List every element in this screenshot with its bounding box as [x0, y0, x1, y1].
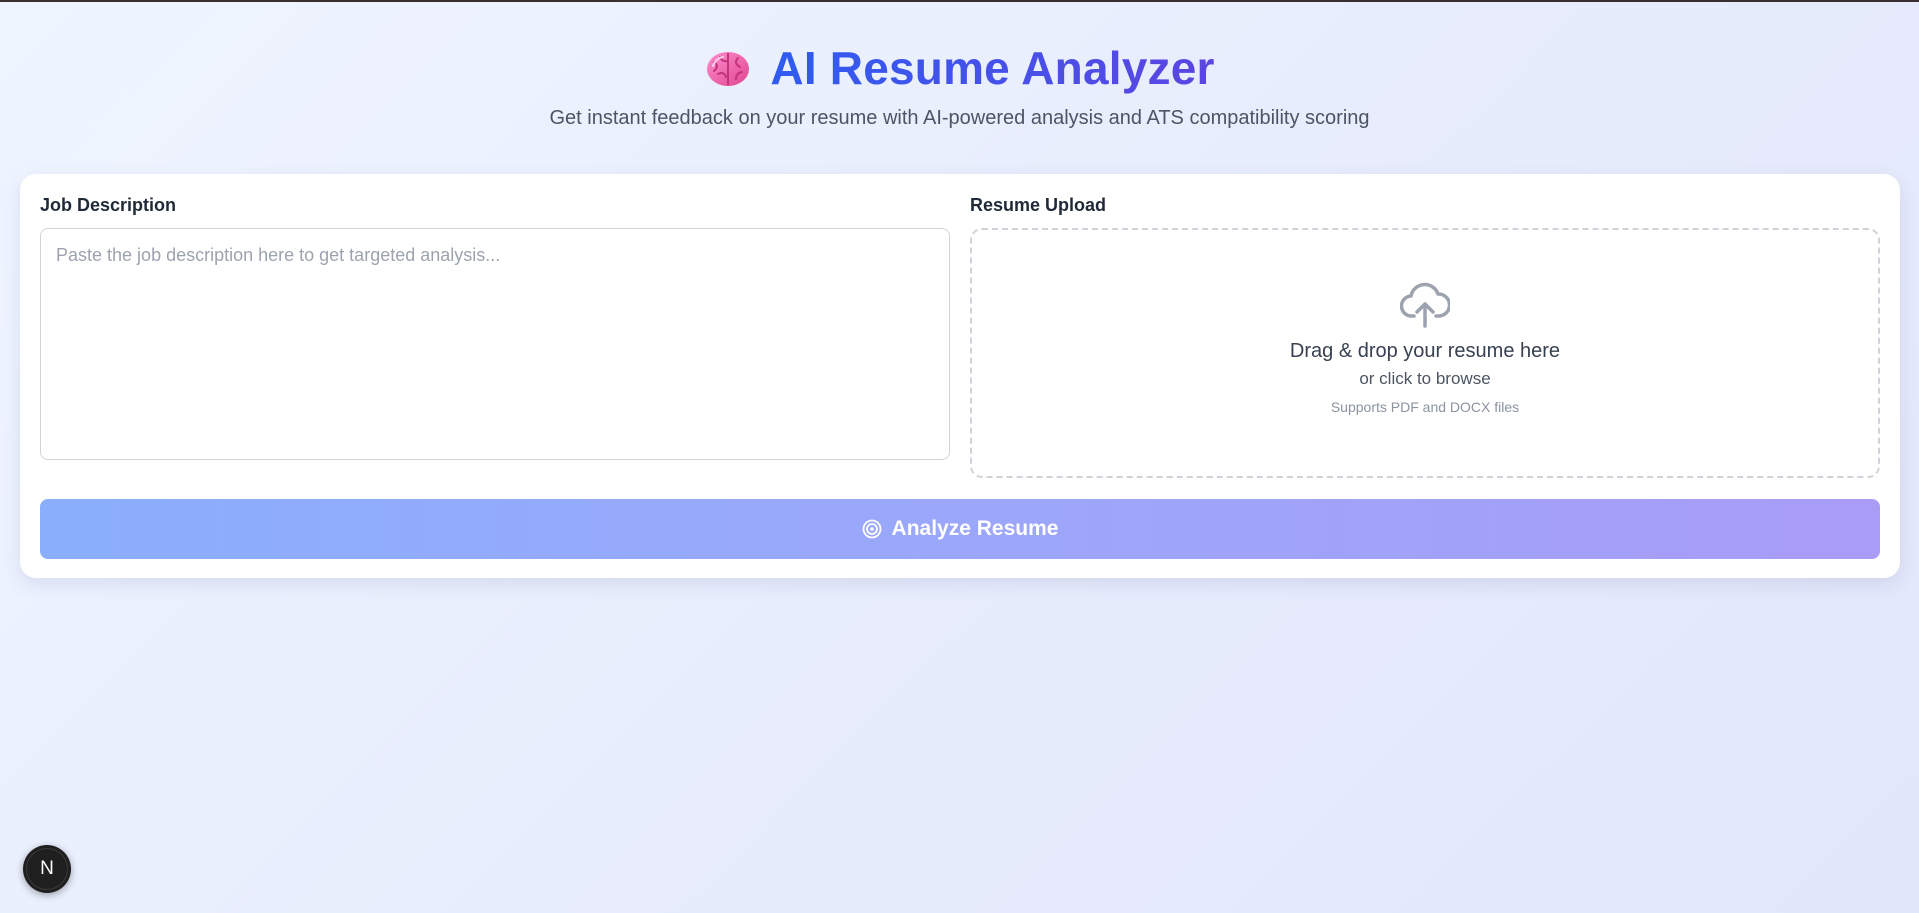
dropzone-subtitle: or click to browse: [1359, 369, 1491, 388]
resume-upload-label: Resume Upload: [970, 195, 1107, 215]
nextjs-dev-badge[interactable]: N: [23, 845, 71, 893]
page-title: AI Resume Analyzer: [770, 42, 1215, 94]
resume-upload-section: Resume Upload Drag & drop your resume he…: [970, 194, 1880, 478]
nextjs-icon: N: [40, 858, 54, 879]
cloud-upload-icon: [1400, 282, 1450, 328]
title-row: AI Resume Analyzer: [0, 42, 1919, 94]
analyze-button-label: Analyze Resume: [891, 517, 1059, 540]
brain-icon: [707, 52, 750, 86]
page-header: AI Resume Analyzer Get instant feedback …: [0, 2, 1919, 130]
analyzer-card: Job Description Resume Upload Drag & dro…: [20, 174, 1900, 578]
job-description-textarea[interactable]: [40, 228, 950, 460]
analyze-resume-button[interactable]: Analyze Resume: [40, 499, 1880, 559]
dropzone-title: Drag & drop your resume here: [1289, 340, 1561, 362]
resume-dropzone[interactable]: Drag & drop your resume here or click to…: [970, 228, 1880, 478]
target-icon: [862, 519, 881, 539]
dropzone-hint: Supports PDF and DOCX files: [1330, 399, 1520, 415]
job-description-label: Job Description: [40, 195, 177, 215]
page-subtitle: Get instant feedback on your resume with…: [549, 107, 1370, 129]
job-description-section: Job Description: [40, 194, 950, 460]
